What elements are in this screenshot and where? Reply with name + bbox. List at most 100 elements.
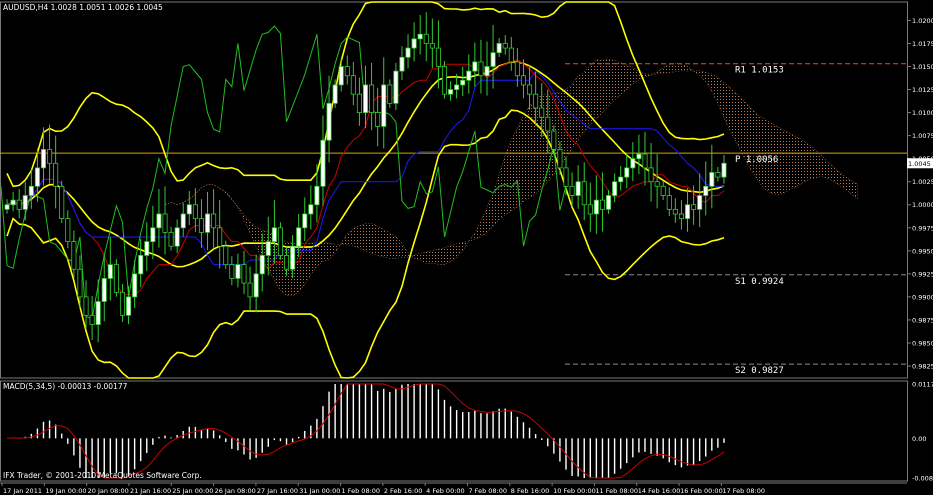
candle-body[interactable] <box>271 227 277 243</box>
candle-body[interactable] <box>53 162 59 187</box>
candle-body[interactable] <box>156 213 162 229</box>
candle-body[interactable] <box>703 185 709 196</box>
candle-body[interactable] <box>28 185 34 196</box>
candle-body[interactable] <box>168 231 174 247</box>
candle-body[interactable] <box>496 43 502 54</box>
candle-body[interactable] <box>162 213 168 233</box>
candle-body[interactable] <box>527 84 533 95</box>
candle-body[interactable] <box>691 204 697 210</box>
candle-body[interactable] <box>417 33 423 40</box>
candle-body[interactable] <box>247 282 253 298</box>
candle-body[interactable] <box>302 213 308 229</box>
candle-body[interactable] <box>441 66 448 95</box>
candle-body[interactable] <box>356 93 362 113</box>
candle-body[interactable] <box>508 47 514 63</box>
candle-body[interactable] <box>332 84 338 104</box>
candle-body[interactable] <box>393 70 399 104</box>
candle-body[interactable] <box>132 273 138 298</box>
candle-body[interactable] <box>47 149 53 164</box>
candle-body[interactable] <box>205 213 211 233</box>
candle-body[interactable] <box>466 70 472 81</box>
candle-body[interactable] <box>362 84 369 113</box>
candle-body[interactable] <box>296 227 302 247</box>
candle-body[interactable] <box>423 33 429 44</box>
candle-body[interactable] <box>290 245 296 270</box>
chart-canvas[interactable]: 1.0200 1.0175 1.0150 1.0125 1.0100 1.0075 1.00… <box>0 0 933 495</box>
candle-body[interactable] <box>113 264 119 293</box>
candle-body[interactable] <box>636 153 642 160</box>
candle-body[interactable] <box>472 61 478 72</box>
candle-body[interactable] <box>612 181 618 196</box>
candle-body[interactable] <box>320 139 326 187</box>
candle-body[interactable] <box>557 149 563 169</box>
candle-body[interactable] <box>314 185 320 206</box>
candle-body[interactable] <box>533 93 539 109</box>
candle-body[interactable] <box>338 66 344 86</box>
candle-body[interactable] <box>10 199 16 206</box>
candle-body[interactable] <box>630 158 636 169</box>
candle-body[interactable] <box>95 301 101 325</box>
candle-body[interactable] <box>684 204 691 219</box>
candle-body[interactable] <box>34 167 40 187</box>
candle-body[interactable] <box>77 268 83 298</box>
candle-body[interactable] <box>16 199 22 210</box>
candle-body[interactable] <box>259 255 265 275</box>
candle-body[interactable] <box>265 241 271 256</box>
candle-body[interactable] <box>654 181 660 187</box>
candle-body[interactable] <box>387 84 393 104</box>
candle-body[interactable] <box>126 296 132 316</box>
candle-body[interactable] <box>375 112 381 127</box>
candle-body[interactable] <box>180 213 186 229</box>
candle-body[interactable] <box>563 167 569 187</box>
candle-body[interactable] <box>40 149 47 169</box>
candle-body[interactable] <box>253 273 259 298</box>
candle-body[interactable] <box>569 185 575 196</box>
candle-body[interactable] <box>223 245 229 266</box>
candle-body[interactable] <box>308 204 314 215</box>
candle-body[interactable] <box>593 199 599 215</box>
candle-body[interactable] <box>484 66 490 77</box>
candle-body[interactable] <box>502 43 508 49</box>
candle-body[interactable] <box>4 204 10 210</box>
candle-body[interactable] <box>399 56 405 72</box>
candle-body[interactable] <box>217 227 223 247</box>
candle-body[interactable] <box>460 79 466 86</box>
candle-body[interactable] <box>539 107 545 118</box>
candle-body[interactable] <box>514 61 520 77</box>
candle-body[interactable] <box>350 75 356 95</box>
candle-body[interactable] <box>107 264 113 279</box>
candle-body[interactable] <box>59 185 65 219</box>
candle-body[interactable] <box>678 213 684 219</box>
candle-body[interactable] <box>277 227 283 256</box>
candle-body[interactable] <box>241 264 247 284</box>
candle-body[interactable] <box>326 102 332 141</box>
candle-body[interactable] <box>211 213 217 229</box>
candle-body[interactable] <box>22 195 28 210</box>
candle-body[interactable] <box>520 75 526 86</box>
candle-body[interactable] <box>697 195 703 210</box>
candle-body[interactable] <box>65 218 71 243</box>
candle-body[interactable] <box>618 176 624 183</box>
candle-body[interactable] <box>490 52 496 67</box>
candle-body[interactable] <box>138 255 144 275</box>
candle-body[interactable] <box>672 208 678 215</box>
candle-body[interactable] <box>174 227 180 247</box>
candle-body[interactable] <box>666 195 672 210</box>
candle-body[interactable] <box>429 43 435 49</box>
candle-body[interactable] <box>119 291 126 316</box>
candle-body[interactable] <box>192 204 198 219</box>
candle-body[interactable] <box>575 181 581 196</box>
candle-body[interactable] <box>71 241 77 270</box>
candle-body[interactable] <box>101 278 107 302</box>
candle-body[interactable] <box>660 185 666 196</box>
candle-body[interactable] <box>405 47 411 58</box>
candle-body[interactable] <box>545 116 551 132</box>
candle-body[interactable] <box>83 296 89 316</box>
candle-body[interactable] <box>642 153 648 169</box>
candle-body[interactable] <box>144 241 150 256</box>
candle-body[interactable] <box>369 84 375 113</box>
candle-body[interactable] <box>381 84 387 127</box>
candle-body[interactable] <box>198 218 204 233</box>
candle-body[interactable] <box>605 195 612 210</box>
candle-body[interactable] <box>283 255 290 270</box>
